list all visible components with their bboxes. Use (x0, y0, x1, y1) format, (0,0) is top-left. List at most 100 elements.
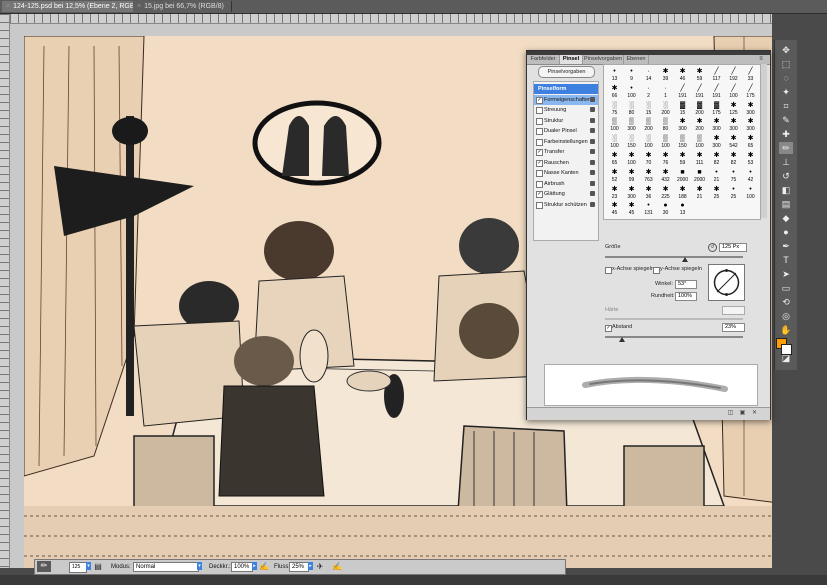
blur-tool-icon[interactable]: ◆ (779, 212, 793, 224)
opacity-dropdown-arrow[interactable]: ▸ (252, 562, 257, 570)
option-checkbox[interactable]: ✓ (536, 159, 543, 167)
tab-brush-presets[interactable]: Pinselvorgaben (583, 55, 624, 64)
magic-wand-tool-icon[interactable]: ✦ (779, 86, 793, 98)
angle-field[interactable]: 53° (675, 280, 697, 289)
size-field[interactable]: 125 Px (719, 243, 747, 252)
clone-stamp-tool-icon[interactable]: ⊥ (779, 156, 793, 168)
flow-dropdown-arrow[interactable]: ▸ (308, 562, 313, 570)
flow-field[interactable]: 25% (289, 562, 309, 572)
size-slider-track[interactable] (605, 256, 743, 258)
brush-option-row[interactable]: ✓ Formeigenschaften (534, 94, 598, 105)
3d-rotate-tool-icon[interactable]: ⟲ (779, 296, 793, 308)
brush-tip[interactable]: ✱ 65 (741, 134, 760, 151)
lock-icon[interactable] (590, 117, 595, 123)
tab-layers[interactable]: Ebenen (624, 55, 649, 64)
tool-preset-picker-icon[interactable]: ✏ (37, 561, 51, 572)
brush-option-row[interactable]: Streuung (534, 105, 598, 115)
option-checkbox[interactable] (536, 128, 543, 135)
document-tab-active[interactable]: × 124-125.psd bei 12,5% (Ebene 2, RGB/8) … (2, 1, 147, 12)
brush-angle-widget[interactable] (708, 264, 745, 301)
brush-tip[interactable]: • 42 (741, 168, 760, 185)
spacing-slider-knob[interactable] (619, 337, 625, 342)
option-checkbox[interactable]: ✓ (536, 191, 543, 198)
hardness-field[interactable] (722, 306, 745, 315)
new-preset-icon[interactable]: ▣ (739, 410, 746, 417)
brush-size-picker[interactable]: 125 (69, 562, 87, 573)
flip-x-checkbox[interactable] (605, 267, 612, 274)
lock-icon[interactable] (590, 107, 595, 112)
option-checkbox[interactable]: ✓ (536, 149, 543, 156)
3d-orbit-tool-icon[interactable]: ◎ (779, 310, 793, 322)
brush-option-row[interactable]: Struktur schützen (534, 200, 598, 210)
spacing-slider-track[interactable] (605, 336, 743, 338)
brush-tip[interactable]: ✱ 53 (741, 151, 760, 168)
brush-grid-scrollbar[interactable] (760, 64, 767, 218)
hand-tool-icon[interactable]: ✋ (779, 324, 793, 336)
marquee-tool-icon[interactable]: ⬚ (779, 58, 793, 70)
lock-icon[interactable] (590, 138, 595, 144)
hardness-slider-track[interactable] (605, 318, 743, 320)
type-tool-icon[interactable]: T (779, 254, 793, 266)
lock-icon[interactable] (590, 170, 595, 175)
history-brush-tool-icon[interactable]: ↺ (779, 170, 793, 182)
airbrush-icon[interactable]: ✈ (315, 562, 325, 572)
eyedropper-tool-icon[interactable]: ✎ (779, 114, 793, 126)
eraser-tool-icon[interactable]: ◧ (779, 184, 793, 196)
lock-icon[interactable] (590, 149, 595, 154)
shape-tool-icon[interactable]: ▭ (779, 282, 793, 294)
close-icon[interactable]: × (137, 3, 141, 10)
brush-option-row[interactable]: Dualer Pinsel (534, 126, 598, 136)
lock-icon[interactable] (590, 159, 595, 165)
brush-picker-arrow[interactable]: ▾ (86, 562, 91, 570)
path-selection-tool-icon[interactable]: ➤ (779, 268, 793, 280)
size-slider-knob[interactable] (682, 257, 688, 262)
brush-tip[interactable]: ╱ 33 (741, 67, 760, 84)
brush-option-row[interactable]: ✓ Rauschen (534, 158, 598, 168)
background-color-swatch[interactable] (781, 344, 792, 355)
brush-tip[interactable]: ╱ 175 (741, 84, 760, 101)
option-checkbox[interactable]: ✓ (536, 96, 543, 104)
close-icon[interactable]: × (6, 3, 10, 10)
panel-menu-icon[interactable]: ≡ (755, 55, 767, 64)
brush-tool-icon[interactable]: ✏ (779, 142, 793, 154)
lock-icon[interactable] (590, 96, 595, 102)
brush-option-row[interactable]: Farbeinstellungen (534, 137, 598, 147)
lock-icon[interactable] (590, 201, 595, 207)
trash-icon[interactable]: ✕ (751, 410, 758, 417)
brush-presets-button[interactable]: Pinselvorgaben (538, 66, 595, 78)
brush-option-row[interactable]: Nasse Kanten (534, 168, 598, 178)
spacing-field[interactable]: 23% (722, 323, 745, 332)
tab-brush[interactable]: Pinsel (560, 55, 583, 64)
option-checkbox[interactable] (536, 138, 543, 146)
option-checkbox[interactable] (536, 107, 543, 114)
option-checkbox[interactable] (536, 117, 543, 125)
option-checkbox[interactable] (536, 201, 543, 209)
lock-icon[interactable] (590, 191, 595, 196)
mode-dropdown-arrow[interactable]: ▾ (197, 562, 202, 570)
brush-option-row[interactable]: Airbrush (534, 179, 598, 189)
brush-option-row[interactable]: ✓ Transfer (534, 147, 598, 157)
opacity-field[interactable]: 100% (231, 562, 253, 572)
toggle-preview-icon[interactable]: ◫ (727, 410, 734, 417)
healing-brush-tool-icon[interactable]: ✚ (779, 128, 793, 140)
flip-y-checkbox[interactable] (653, 267, 660, 274)
brush-tip[interactable]: • 100 (741, 185, 760, 202)
gradient-tool-icon[interactable]: ▤ (779, 198, 793, 210)
pressure-size-icon[interactable]: ✍ (332, 562, 342, 572)
dodge-tool-icon[interactable]: ● (779, 226, 793, 238)
brush-tip[interactable]: ✱ 300 (741, 101, 760, 118)
pen-tool-icon[interactable]: ✒ (779, 240, 793, 252)
roundness-field[interactable]: 100% (675, 292, 697, 301)
brush-tip[interactable]: ✱ 300 (741, 117, 760, 134)
spacing-checkbox[interactable]: ✓ (605, 325, 612, 332)
move-tool-icon[interactable]: ✥ (779, 44, 793, 56)
brush-tip[interactable]: ● 13 (673, 201, 692, 218)
crop-tool-icon[interactable]: ⌗ (779, 100, 793, 112)
document-tab[interactable]: × 15.jpg bei 66,7% (RGB/8) (133, 1, 232, 12)
tab-swatches[interactable]: Farbfelder (527, 55, 560, 64)
mode-select[interactable]: Normal (133, 562, 199, 572)
lock-icon[interactable] (590, 180, 595, 186)
toggle-brush-panel-icon[interactable]: ▤ (93, 562, 103, 572)
brush-option-row[interactable]: Pinselform (534, 84, 598, 94)
option-checkbox[interactable] (536, 170, 543, 177)
